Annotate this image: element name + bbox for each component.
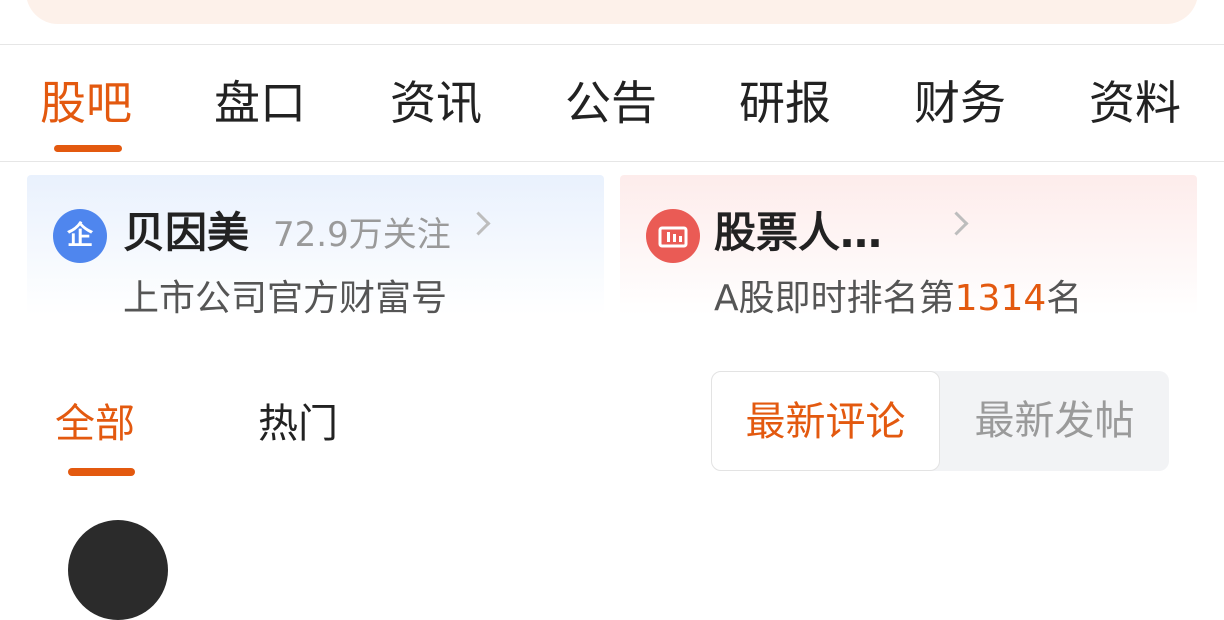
main-tabs: 股吧 盘口 资讯 公告 研报 财务 资料 [0, 70, 1224, 140]
sort-latest-comment[interactable]: 最新评论 [711, 371, 940, 471]
tab-pankou[interactable]: 盘口 [185, 70, 335, 140]
tab-news[interactable]: 资讯 [361, 70, 511, 140]
avatar[interactable] [68, 520, 168, 620]
top-banner[interactable] [26, 0, 1198, 24]
bar-chart-icon [646, 209, 700, 263]
tab-announcements[interactable]: 公告 [536, 70, 686, 140]
enterprise-badge-icon: 企 [53, 209, 107, 263]
subtab-hot[interactable]: 热门 [258, 398, 338, 450]
follower-count: 72.9万关注 [273, 215, 451, 255]
active-tab-indicator [54, 145, 122, 152]
sort-latest-post[interactable]: 最新发帖 [940, 371, 1169, 471]
ranking-card[interactable]: 股票人… A股即时排名第1314名 [620, 175, 1197, 319]
rank-number: 1314 [954, 278, 1047, 319]
active-subtab-indicator [68, 468, 135, 476]
subtab-all[interactable]: 全部 [55, 398, 135, 450]
tab-research[interactable]: 研报 [710, 70, 860, 140]
ranking-title: 股票人… [714, 208, 883, 257]
company-card[interactable]: 企 贝因美 72.9万关注 上市公司官方财富号 [27, 175, 604, 319]
company-subtitle: 上市公司官方财富号 [123, 278, 448, 319]
chevron-right-icon [944, 211, 969, 236]
divider [0, 44, 1224, 45]
divider [0, 161, 1224, 162]
company-name: 贝因美 [123, 208, 250, 257]
rank-suffix: 名 [1046, 278, 1083, 319]
ranking-text: A股即时排名第1314名 [714, 273, 1082, 325]
tab-finance[interactable]: 财务 [885, 70, 1035, 140]
tab-profile[interactable]: 资料 [1060, 70, 1210, 140]
chevron-right-icon [466, 211, 491, 236]
tab-guba[interactable]: 股吧 [11, 70, 161, 140]
sort-toggle: 最新评论 最新发帖 [711, 371, 1169, 471]
rank-prefix: A股即时排名第 [714, 278, 955, 319]
